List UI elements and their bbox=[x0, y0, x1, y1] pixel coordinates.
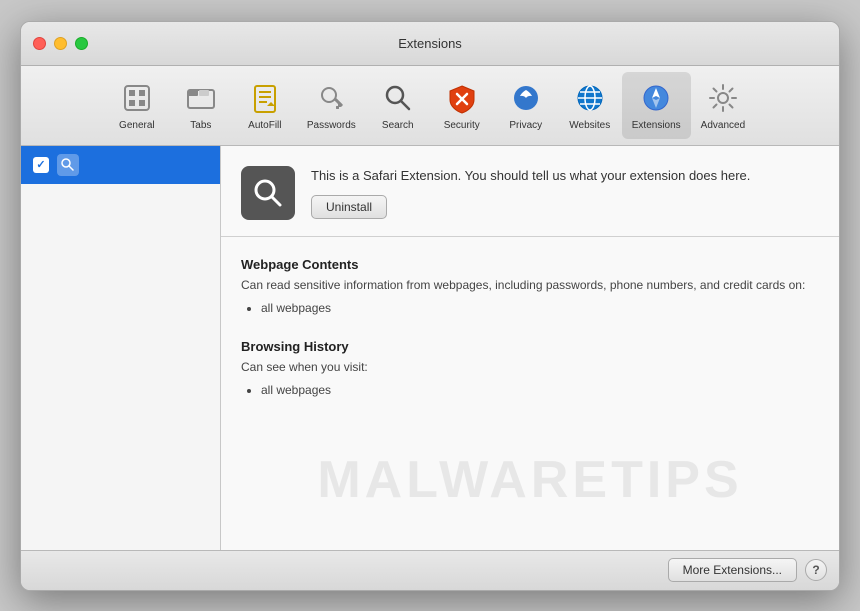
window-title: Extensions bbox=[398, 36, 462, 51]
watermark-text: MALWARETIPS bbox=[317, 450, 742, 510]
extension-header: This is a Safari Extension. You should t… bbox=[221, 146, 839, 237]
privacy-icon bbox=[508, 80, 544, 116]
sidebar-item-search-ext[interactable]: ✓ bbox=[21, 146, 220, 184]
toolbar-item-privacy[interactable]: Privacy bbox=[494, 72, 558, 139]
general-icon bbox=[119, 80, 155, 116]
toolbar-item-general[interactable]: General bbox=[105, 72, 169, 139]
toolbar-item-websites[interactable]: Websites bbox=[558, 72, 622, 139]
titlebar: Extensions bbox=[21, 22, 839, 66]
close-button[interactable] bbox=[33, 37, 46, 50]
toolbar-item-extensions[interactable]: Extensions bbox=[622, 72, 691, 139]
extension-checkbox[interactable]: ✓ bbox=[33, 157, 49, 173]
window-controls bbox=[33, 37, 88, 50]
permissions-section: Webpage Contents Can read sensitive info… bbox=[221, 237, 839, 442]
privacy-label: Privacy bbox=[509, 120, 542, 131]
content-area: ✓ MALWARETIPS bbox=[21, 146, 839, 550]
webpage-contents-desc: Can read sensitive information from webp… bbox=[241, 276, 819, 294]
extensions-label: Extensions bbox=[632, 120, 681, 131]
checkmark-icon: ✓ bbox=[36, 158, 45, 171]
extension-sidebar-icon bbox=[57, 154, 79, 176]
watermark: MALWARETIPS bbox=[221, 450, 839, 510]
browsing-history-desc: Can see when you visit: bbox=[241, 358, 819, 376]
browsing-history-title: Browsing History bbox=[241, 339, 819, 354]
toolbar-item-passwords[interactable]: Passwords bbox=[297, 72, 366, 139]
minimize-button[interactable] bbox=[54, 37, 67, 50]
search-toolbar-icon bbox=[380, 80, 416, 116]
passwords-icon bbox=[313, 80, 349, 116]
toolbar: General Tabs A bbox=[21, 66, 839, 146]
websites-icon bbox=[572, 80, 608, 116]
uninstall-button[interactable]: Uninstall bbox=[311, 195, 387, 219]
autofill-icon bbox=[247, 80, 283, 116]
webpage-contents-title: Webpage Contents bbox=[241, 257, 819, 272]
toolbar-item-security[interactable]: Security bbox=[430, 72, 494, 139]
bottom-bar: More Extensions... ? bbox=[21, 550, 839, 590]
toolbar-item-autofill[interactable]: AutoFill bbox=[233, 72, 297, 139]
extension-big-icon bbox=[241, 166, 295, 220]
extension-info: This is a Safari Extension. You should t… bbox=[311, 166, 819, 220]
maximize-button[interactable] bbox=[75, 37, 88, 50]
toolbar-item-tabs[interactable]: Tabs bbox=[169, 72, 233, 139]
general-label: General bbox=[119, 120, 155, 131]
browsing-history-list: all webpages bbox=[241, 380, 819, 402]
help-button[interactable]: ? bbox=[805, 559, 827, 581]
toolbar-item-search[interactable]: Search bbox=[366, 72, 430, 139]
extension-description: This is a Safari Extension. You should t… bbox=[311, 166, 819, 186]
main-window: Extensions General bbox=[20, 21, 840, 591]
advanced-label: Advanced bbox=[701, 120, 745, 131]
browsing-history-group: Browsing History Can see when you visit:… bbox=[241, 339, 819, 402]
browsing-history-item: all webpages bbox=[261, 380, 819, 402]
webpage-contents-list: all webpages bbox=[241, 298, 819, 320]
security-label: Security bbox=[444, 120, 480, 131]
advanced-icon bbox=[705, 80, 741, 116]
extensions-icon bbox=[638, 80, 674, 116]
more-extensions-button[interactable]: More Extensions... bbox=[668, 558, 797, 582]
autofill-label: AutoFill bbox=[248, 120, 281, 131]
webpage-contents-item: all webpages bbox=[261, 298, 819, 320]
passwords-label: Passwords bbox=[307, 120, 356, 131]
main-panel: MALWARETIPS This is a Safari Extension. … bbox=[221, 146, 839, 550]
tabs-icon bbox=[183, 80, 219, 116]
tabs-label: Tabs bbox=[190, 120, 211, 131]
websites-label: Websites bbox=[569, 120, 610, 131]
webpage-contents-group: Webpage Contents Can read sensitive info… bbox=[241, 257, 819, 320]
sidebar: ✓ bbox=[21, 146, 221, 550]
search-label: Search bbox=[382, 120, 414, 131]
toolbar-item-advanced[interactable]: Advanced bbox=[691, 72, 755, 139]
security-icon bbox=[444, 80, 480, 116]
